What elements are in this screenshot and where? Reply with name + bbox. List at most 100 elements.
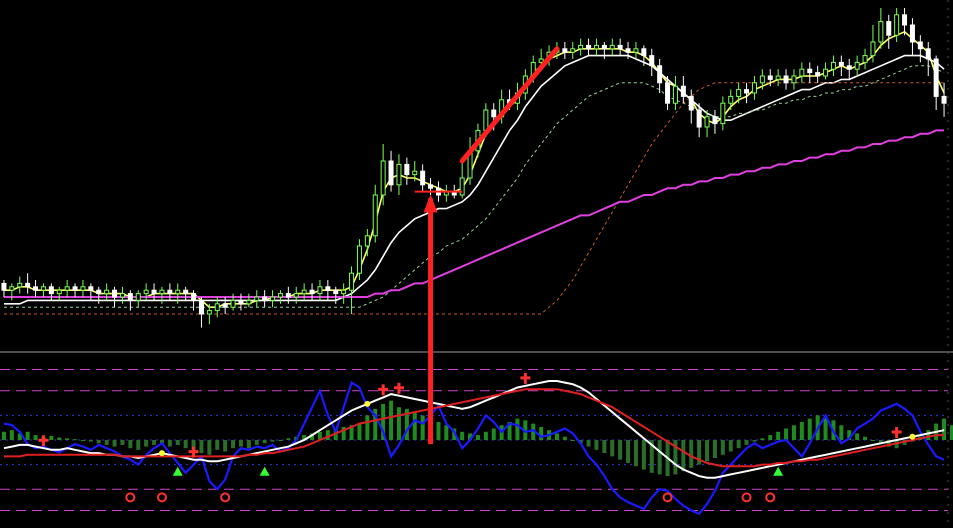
candle: [909, 18, 915, 56]
histogram-bar: [539, 426, 544, 440]
histogram-bar: [863, 436, 868, 440]
candle-body: [309, 289, 315, 295]
candle-body: [909, 24, 915, 43]
candle: [293, 286, 299, 304]
candle: [657, 59, 663, 93]
histogram-bar: [286, 438, 291, 440]
candle: [823, 62, 829, 80]
candle-body: [894, 14, 900, 36]
candle-body: [143, 289, 149, 295]
histogram-bar: [799, 421, 804, 440]
candle: [601, 42, 607, 59]
histogram-bar: [389, 400, 394, 440]
candle: [562, 42, 568, 59]
price-series-line: [4, 65, 945, 308]
candle: [751, 76, 757, 100]
candle-body: [40, 286, 46, 291]
candle: [649, 48, 655, 76]
candle: [941, 82, 947, 117]
candle-body: [688, 95, 694, 111]
candle-body: [767, 75, 773, 80]
candle-body: [609, 44, 615, 50]
candle-body: [262, 296, 268, 301]
histogram-bar: [633, 440, 638, 467]
candle-body: [119, 293, 125, 298]
candle: [720, 96, 726, 131]
histogram-bar: [152, 440, 157, 445]
histogram-bar: [278, 440, 283, 441]
candle-body: [198, 299, 204, 315]
candle: [712, 110, 718, 134]
histogram-bar: [776, 431, 781, 440]
candle-body: [206, 310, 212, 315]
candle-body: [317, 286, 323, 295]
histogram-bar: [626, 440, 631, 463]
histogram-bar: [96, 440, 101, 444]
histogram-bar: [855, 433, 860, 440]
histogram-bar: [65, 438, 70, 440]
histogram-bar: [49, 435, 54, 440]
candle-body: [870, 41, 876, 57]
candle-body: [783, 75, 789, 84]
histogram-bar: [357, 423, 362, 440]
histogram-bar: [223, 440, 228, 452]
candle-body: [230, 299, 236, 308]
price-panel: [1, 8, 947, 328]
candle: [254, 290, 260, 308]
candle-body: [48, 286, 54, 295]
candle-body: [846, 65, 852, 70]
candle: [578, 38, 584, 56]
candle-body: [775, 75, 781, 80]
histogram-bar: [104, 440, 109, 445]
candle: [815, 65, 821, 83]
chart-canvas: [0, 0, 953, 528]
histogram-bar: [768, 435, 773, 440]
histogram-bar: [33, 435, 38, 440]
candle-body: [56, 289, 62, 295]
candle-body: [277, 293, 283, 298]
candle-body: [96, 289, 102, 295]
signal-circle-marker: [156, 492, 167, 503]
histogram-bar: [839, 425, 844, 440]
histogram-bar: [167, 440, 172, 447]
candle: [198, 297, 204, 328]
candle: [1, 280, 7, 297]
signal-circle-marker: [220, 492, 231, 503]
candle: [56, 286, 62, 301]
histogram-bar: [760, 438, 765, 440]
candle-body: [799, 68, 805, 77]
histogram-bar: [562, 436, 567, 440]
histogram-bar: [215, 440, 220, 450]
signal-dot: [158, 450, 165, 457]
histogram-bar: [483, 431, 488, 440]
candle: [917, 35, 923, 63]
histogram-bar: [705, 440, 710, 462]
candle: [633, 42, 639, 59]
candle-body: [933, 58, 939, 97]
histogram-bar: [610, 440, 615, 457]
candle-body: [238, 299, 244, 305]
candle-body: [815, 72, 821, 77]
candle-body: [127, 293, 133, 301]
candle-body: [704, 116, 710, 128]
candle: [72, 283, 78, 297]
candle: [420, 164, 426, 192]
candle: [846, 59, 852, 80]
candle-body: [925, 48, 931, 60]
candle-body: [617, 44, 623, 50]
candle-body: [838, 61, 844, 67]
signal-down-marker: [520, 372, 531, 384]
histogram-bar: [594, 440, 599, 450]
histogram-bar: [207, 440, 212, 455]
candle-body: [246, 299, 252, 305]
histogram-bar: [25, 431, 30, 440]
candle-body: [538, 58, 544, 63]
candle-body: [214, 303, 220, 312]
histogram-bar: [657, 440, 662, 475]
histogram-bar: [870, 440, 875, 441]
histogram-bar: [270, 440, 275, 442]
candle-body: [823, 68, 829, 77]
candle-body: [285, 293, 291, 298]
histogram-bar: [618, 440, 623, 460]
histogram-bar: [444, 425, 449, 440]
